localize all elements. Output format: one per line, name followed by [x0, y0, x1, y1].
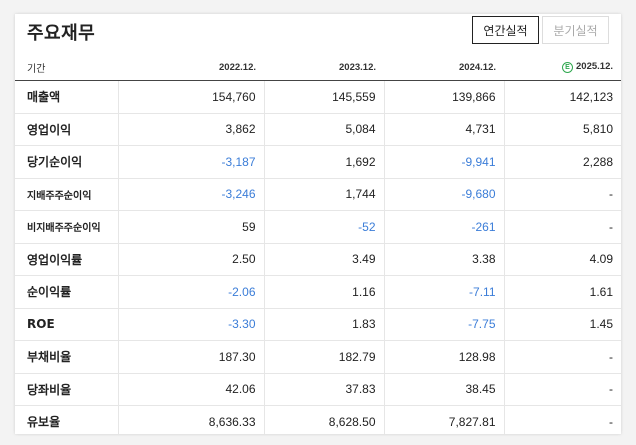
- estimate-icon: E: [562, 62, 574, 73]
- table-cell: -9,941: [383, 145, 504, 179]
- table-row: 당좌비율 42.06 37.83 38.45-: [15, 373, 621, 406]
- table-cell: 1.16: [263, 275, 384, 309]
- row-label: 매출액: [15, 80, 118, 114]
- table-header-row: 기간 2022.12. 2023.12. 2024.12. E 2025.12.: [15, 54, 621, 81]
- row-label: 유보율: [15, 405, 118, 434]
- table-row: 영업이익 3,862 5,084 4,731 5,810: [15, 113, 621, 146]
- table-cell: 182.79: [263, 340, 384, 374]
- table-cell: 1.61: [503, 275, 621, 309]
- financial-summary-card: 주요재무 연간실적 분기실적 기간 2022.12. 2023.12. 2024…: [15, 14, 621, 434]
- table-cell: 1,744: [263, 178, 384, 211]
- table-row: ROE -3.30 1.83 -7.75 1.45: [15, 308, 621, 341]
- table-cell: 2.50: [117, 242, 264, 276]
- row-label: 순이익률: [15, 275, 118, 309]
- row-label: 비지배주주순이익: [15, 210, 118, 244]
- table-row: 매출액 154,760 145,559 139,866 142,123: [15, 80, 621, 114]
- table-row: 부채비율 187.30 182.79 128.98-: [15, 340, 621, 374]
- row-label: 영업이익: [15, 113, 118, 146]
- quarterly-results-tab[interactable]: 분기실적: [542, 16, 609, 44]
- table-cell: -: [503, 373, 621, 406]
- period-2023: 2023.12.: [264, 54, 384, 81]
- table-cell: 7,827.81: [383, 405, 504, 434]
- table-cell: 1,692: [263, 145, 384, 179]
- period-2025-estimate: E 2025.12.: [504, 54, 621, 81]
- table-cell: 139,866: [383, 80, 504, 114]
- table-cell: -3.30: [117, 308, 264, 341]
- period-header: 기간: [15, 54, 118, 81]
- table-row: 영업이익률 2.50 3.49 3.38 4.09: [15, 242, 621, 276]
- period-2024: 2024.12.: [384, 54, 504, 81]
- table-cell: 2,288: [503, 145, 621, 179]
- row-label: 당좌비율: [15, 373, 118, 406]
- row-label: 부채비율: [15, 340, 118, 374]
- row-label: 지배주주순이익: [15, 178, 118, 211]
- financial-table: 기간 2022.12. 2023.12. 2024.12. E 2025.12. …: [15, 54, 621, 434]
- table-cell: -3,246: [117, 178, 264, 211]
- table-cell: 8,628.50: [263, 405, 384, 434]
- table-cell: 8,636.33: [117, 405, 264, 434]
- table-cell: 38.45: [383, 373, 504, 406]
- table-cell: 1.45: [503, 308, 621, 341]
- table-cell: -52: [263, 210, 384, 244]
- table-cell: 5,084: [263, 113, 384, 146]
- table-row: 당기순이익 -3,187 1,692 -9,941 2,288: [15, 145, 621, 179]
- annual-results-tab[interactable]: 연간실적: [472, 16, 539, 44]
- table-cell: 3.38: [383, 242, 504, 276]
- table-cell: 3.49: [263, 242, 384, 276]
- table-cell: -: [503, 340, 621, 374]
- table-row: 지배주주순이익 -3,246 1,744 -9,680-: [15, 178, 621, 211]
- table-cell: -261: [383, 210, 504, 244]
- period-2025-label: 2025.12.: [576, 61, 613, 72]
- table-cell: 142,123: [503, 80, 621, 114]
- row-label: ROE: [15, 308, 118, 341]
- row-label: 영업이익률: [15, 242, 118, 276]
- table-cell: -: [503, 178, 621, 211]
- table-cell: 187.30: [117, 340, 264, 374]
- table-cell: 42.06: [117, 373, 264, 406]
- table-cell: 4,731: [383, 113, 504, 146]
- row-label: 당기순이익: [15, 145, 118, 179]
- table-cell: 154,760: [117, 80, 264, 114]
- table-cell: 1.83: [263, 308, 384, 341]
- table-cell: -: [503, 210, 621, 244]
- period-2022: 2022.12.: [118, 54, 264, 81]
- table-cell: 3,862: [117, 113, 264, 146]
- table-cell: 37.83: [263, 373, 384, 406]
- table-cell: -7.11: [383, 275, 504, 309]
- table-cell: -3,187: [117, 145, 264, 179]
- table-cell: -7.75: [383, 308, 504, 341]
- table-row: 유보율 8,636.33 8,628.50 7,827.81-: [15, 405, 621, 434]
- table-cell: -: [503, 405, 621, 434]
- table-cell: 59: [117, 210, 264, 244]
- table-row: 비지배주주순이익 59 -52 -261-: [15, 210, 621, 244]
- table-row: 순이익률 -2.06 1.16 -7.11 1.61: [15, 275, 621, 309]
- table-cell: 128.98: [383, 340, 504, 374]
- table-cell: -9,680: [383, 178, 504, 211]
- table-cell: 5,810: [503, 113, 621, 146]
- table-cell: 145,559: [263, 80, 384, 114]
- table-cell: 4.09: [503, 242, 621, 276]
- table-cell: -2.06: [117, 275, 264, 309]
- section-title: 주요재무: [27, 23, 96, 44]
